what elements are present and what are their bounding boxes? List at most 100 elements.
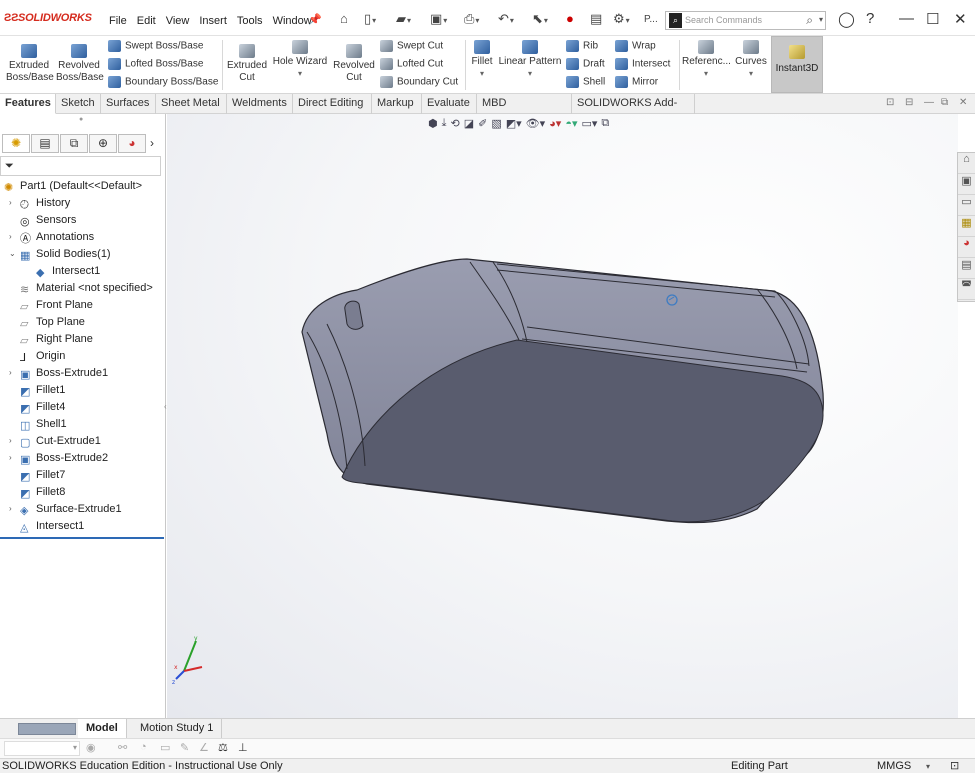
select-icon[interactable]: ⬉▾ [532,11,548,27]
tab-markup[interactable]: Markup [372,94,422,114]
tree-item-boss-extrude1[interactable]: › ▣ Boss-Extrude1 [9,365,108,381]
rebuild-icon[interactable]: ● [566,11,574,26]
tab-weldments[interactable]: Weldments [227,94,293,114]
print-icon[interactable]: ⎙▾ [464,11,479,27]
new-document-icon[interactable]: ▯▾ [364,11,376,27]
extruded-boss-button[interactable]: Extruded Boss/Base [6,44,54,84]
chevron-down-icon[interactable]: ▾ [926,759,930,774]
quick-tips-icon[interactable]: ⊡ [950,759,959,774]
tree-item-intersect-body[interactable]: ◆ Intersect1 [36,263,100,279]
chevron-down-icon[interactable]: ▾ [73,743,77,752]
options-icon[interactable]: ⚙▾ [613,11,630,27]
mirror-button[interactable]: Mirror [615,76,658,88]
tree-item-origin[interactable]: ⅃ Origin [20,348,65,364]
tab-sketch[interactable]: Sketch [56,94,101,114]
note-icon[interactable]: ▭ [160,741,170,754]
tree-item-sensors[interactable]: ◎ Sensors [20,212,76,228]
comment-icon[interactable]: ◉ [86,741,96,754]
close-document-button[interactable]: ✕ [959,97,967,108]
tree-item-fillet1[interactable]: ◩ Fillet1 [20,382,65,398]
tree-item-history[interactable]: › 🕘︎ History [9,195,70,211]
section-view-icon[interactable]: ◪ [464,117,474,130]
tree-item-front-plane[interactable]: ▱ Front Plane [20,297,93,313]
reference-geometry-button[interactable]: Referenc... ▾ [682,40,731,80]
tree-item-surface-extrude1[interactable]: › ◈ Surface-Extrude1 [9,501,122,517]
menu-edit[interactable]: Edit [132,15,161,27]
display-style-icon[interactable]: ◩▾ [506,117,522,130]
search-type-icon[interactable]: ⌕ [669,13,682,28]
display-manager-tab-icon[interactable]: ◕ [118,134,146,153]
lofted-boss-button[interactable]: Lofted Boss/Base [108,58,203,70]
tab-model[interactable]: Model [78,719,127,738]
appearances-icon[interactable]: ◕ [958,237,975,258]
tab-evaluate[interactable]: Evaluate [422,94,477,114]
solidworks-resources-icon[interactable]: ⌂ [958,153,975,174]
lofted-cut-button[interactable]: Lofted Cut [380,58,443,70]
open-icon[interactable]: ▰▾ [396,11,411,27]
chevron-down-icon[interactable]: ▾ [468,68,496,80]
tree-root-part[interactable]: ✺ Part1 (Default<<Default> [4,178,142,194]
chevron-down-icon[interactable]: ▾ [819,15,823,24]
tree-item-annotations[interactable]: › Ⓐ Annotations [9,229,94,245]
selection-combo[interactable]: ▾ [4,741,80,756]
help-icon[interactable]: ? [866,10,874,27]
tab-sheet-metal[interactable]: Sheet Metal [156,94,227,114]
expand-icon[interactable]: › [9,229,12,245]
draft-button[interactable]: Draft [566,58,605,70]
search-commands[interactable]: ⌕ Search Commands ⌕ ▾ [665,11,826,30]
feature-tree-tab-icon[interactable]: ✺ [2,134,30,153]
apply-scene-icon[interactable]: ◓▾ [565,117,577,130]
view-orientation-icon[interactable]: ▧ [491,117,501,130]
save-icon[interactable]: ▣▾ [430,11,447,27]
axis-icon[interactable]: ⊥ [238,741,248,754]
view-settings-icon[interactable]: ▭▾ [582,117,598,130]
solidworks-forum-icon[interactable]: ◚ [958,279,975,300]
tab-scroll-buttons[interactable] [18,723,76,735]
link-icon[interactable]: ⚯ [118,741,127,754]
swept-boss-button[interactable]: Swept Boss/Base [108,40,203,52]
scale-icon[interactable]: ⚖ [218,741,228,754]
edit-appearance-icon[interactable]: ◕▾ [549,117,561,130]
tree-item-fillet7[interactable]: ◩ Fillet7 [20,467,65,483]
tile-panel-icon[interactable]: ⊟ [905,97,913,108]
swept-cut-button[interactable]: Swept Cut [380,40,443,52]
tab-direct-editing[interactable]: Direct Editing [293,94,372,114]
file-properties-icon[interactable]: ▤ [590,11,602,27]
tab-solidworks-addins[interactable]: SOLIDWORKS Add-Ins [572,94,695,128]
balloon-icon[interactable]: ◔ [140,741,147,753]
shell-button[interactable]: Shell [566,76,605,88]
menu-file[interactable]: File [104,15,132,27]
panel-grip[interactable]: ● [0,114,166,124]
angle-icon[interactable]: ∠ [199,741,209,754]
expand-icon[interactable]: › [9,365,12,381]
tab-mbd-dimensions[interactable]: MBD Dimensions [477,94,572,128]
tree-item-solid-bodies[interactable]: ⌄ ▦ Solid Bodies(1) [9,246,111,262]
menu-tools[interactable]: Tools [232,15,268,27]
menu-view[interactable]: View [161,15,195,27]
curves-button[interactable]: Curves ▾ [734,40,768,80]
menu-insert[interactable]: Insert [194,15,232,27]
expand-icon[interactable]: › [9,450,12,466]
rollback-bar[interactable] [0,537,164,539]
pin-icon[interactable]: 📌 [308,13,322,26]
revolved-cut-button[interactable]: Revolved Cut [331,44,377,84]
linear-pattern-button[interactable]: Linear Pattern ▾ [497,40,563,80]
tree-item-boss-extrude2[interactable]: › ▣ Boss-Extrude2 [9,450,108,466]
revolved-boss-button[interactable]: Revolved Boss/Base [56,44,104,84]
tab-features[interactable]: Features [0,94,56,114]
chevron-right-icon[interactable]: › [150,136,154,150]
wrap-button[interactable]: Wrap [615,40,656,52]
restore-panel-icon[interactable]: ⊡ [886,97,894,108]
tree-item-fillet8[interactable]: ◩ Fillet8 [20,484,65,500]
expand-icon[interactable]: › [9,195,12,211]
design-library-icon[interactable]: ▣ [958,174,975,195]
pencil-icon[interactable]: ✎ [180,741,189,754]
chevron-down-icon[interactable]: ▾ [682,68,730,80]
undo-icon[interactable]: ↶▾ [498,11,514,27]
tree-item-fillet4[interactable]: ◩ Fillet4 [20,399,65,415]
boundary-cut-button[interactable]: Boundary Cut [380,76,458,88]
hole-wizard-button[interactable]: Hole Wizard ▾ [272,40,328,80]
maximize-button[interactable]: ☐ [926,10,939,28]
chevron-down-icon[interactable]: ▾ [734,68,768,80]
minimize-button[interactable]: — [899,10,914,27]
